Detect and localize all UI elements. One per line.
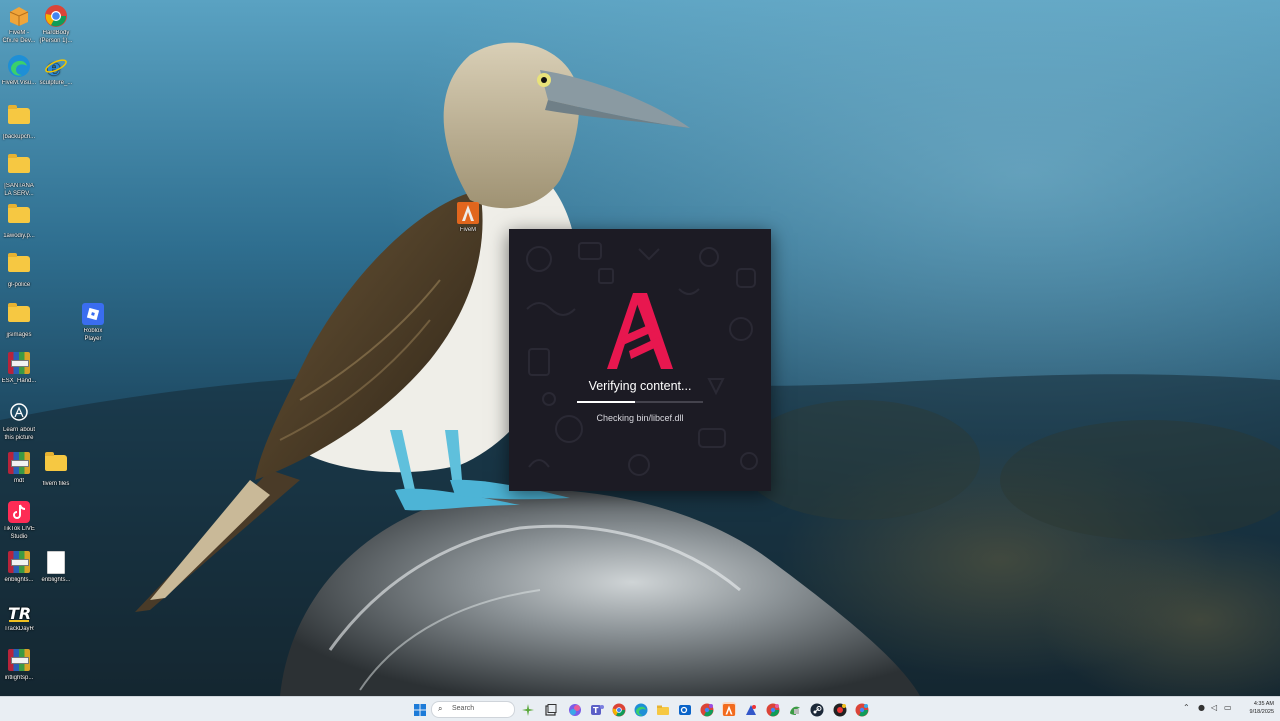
desktop-icon-gl-police[interactable]: gl-police <box>0 252 38 290</box>
desktop-icon-label: fivem files <box>42 481 70 487</box>
desktop-icon-label: 1awodiy.p... <box>3 233 35 239</box>
desktop-icon-sculpture[interactable]: e sculpture_... <box>37 54 75 88</box>
desktop-icon-1awodiy[interactable]: 1awodiy.p... <box>0 203 38 241</box>
svg-text:e: e <box>47 55 61 78</box>
app-icon-2[interactable] <box>788 702 802 716</box>
taskbar: ⌕ Search T ⌃ ● ◁ ▭ 4:35 AM 9/18/2025 <box>0 696 1280 721</box>
folder-icon <box>8 154 30 173</box>
start-icon[interactable] <box>413 702 427 716</box>
camera-aperture-icon <box>7 401 31 425</box>
desktop-icon-label: TrackDayR <box>4 626 34 632</box>
desktop-icon-label: gl-police <box>7 282 31 288</box>
file-explorer-icon[interactable] <box>656 702 670 716</box>
desktop-icon-label: jjsimages <box>6 332 32 338</box>
desktop-icon-label: sculpture_... <box>39 80 73 86</box>
desktop-icon-label: enblights... <box>41 577 71 583</box>
fivem-logo-icon <box>607 293 673 369</box>
clock-date: 9/18/2025 <box>1249 709 1274 715</box>
tiktok-icon <box>7 500 31 524</box>
chrome-profile-icon[interactable] <box>700 702 714 717</box>
package-icon <box>7 4 31 28</box>
desktop-icon-hardbody[interactable]: HardBody (Person 1)... <box>37 4 75 45</box>
app-icon[interactable] <box>744 702 758 716</box>
desktop-icon-label: TikTok LIVE Studio <box>3 526 35 540</box>
outlook-icon[interactable] <box>678 702 692 716</box>
steam-icon[interactable] <box>810 702 824 717</box>
loading-status-text: Verifying content... <box>588 379 692 393</box>
fivem-loading-window: Verifying content... Checking bin/libcef… <box>509 229 771 491</box>
desktop-icon-backupch[interactable]: [backupch... <box>0 104 38 142</box>
microphone-icon[interactable]: ● <box>1198 703 1205 712</box>
search-placeholder: Search <box>452 705 475 712</box>
taskbar-clock[interactable]: 4:35 AM 9/18/2025 <box>1238 700 1274 716</box>
trackdayr-icon: TR <box>7 600 31 624</box>
loading-progress-bar <box>577 401 703 403</box>
folder-icon <box>8 204 30 223</box>
loading-detail-text: Checking bin/libcef.dll <box>596 413 684 423</box>
desktop-icon-santana[interactable]: [SANTANA LA SERV... <box>0 153 38 198</box>
svg-text:T: T <box>593 706 599 715</box>
winrar-archive-icon <box>8 649 30 671</box>
desktop-icon-label: FiveM - Cfx.re Dev... <box>2 30 36 44</box>
desktop-icon-label: mdt <box>13 478 24 484</box>
desktop-icon-label: ESX_Hand... <box>1 378 37 384</box>
fivem-icon <box>456 201 480 225</box>
desktop-icon-trackdayr[interactable]: TR TrackDayR <box>0 600 38 634</box>
folder-icon <box>8 105 30 124</box>
desktop-icon-mdt[interactable]: mdt <box>0 451 38 486</box>
app-icon-3[interactable] <box>833 702 847 717</box>
task-view-icon[interactable] <box>544 702 558 716</box>
clock-time: 4:35 AM <box>1253 701 1274 707</box>
volume-icon[interactable]: ◁ <box>1211 703 1217 712</box>
desktop-icon-label: FiveM <box>459 227 477 233</box>
chrome-icon-3[interactable] <box>855 702 869 717</box>
folder-icon <box>8 303 30 322</box>
progress-fill <box>577 401 635 403</box>
network-icon[interactable]: ▭ <box>1224 703 1232 712</box>
chevron-up-icon[interactable]: ⌃ <box>1183 703 1190 712</box>
copilot-icon[interactable] <box>568 702 582 716</box>
desktop-icon-enblights-2[interactable]: enblights... <box>37 550 75 585</box>
chrome-icon-2[interactable] <box>766 702 780 717</box>
desktop-icon-fivem-files[interactable]: fivem files <box>37 451 75 489</box>
desktop-icon-label: HardBody (Person 1)... <box>39 30 73 44</box>
edge-icon <box>7 54 31 78</box>
edge-icon[interactable] <box>634 702 648 717</box>
desktop-icon-fivem-visual[interactable]: FiveM.Visu... <box>0 54 38 88</box>
desktop-icon-learn-about-picture[interactable]: Learn about this picture <box>0 401 38 442</box>
desktop-icon-label: Learn about this picture <box>2 427 36 441</box>
document-file-icon <box>47 551 65 574</box>
desktop-icon-intlightsp[interactable]: intlightsp... <box>0 648 38 683</box>
fivem-icon[interactable] <box>722 702 736 716</box>
folder-icon <box>45 452 67 471</box>
search-icon: ⌕ <box>438 704 443 713</box>
desktop-icon-label: FiveM.Visu... <box>1 80 37 86</box>
winrar-archive-icon <box>8 551 30 573</box>
desktop-icon-label: [SANTANA LA SERV... <box>4 183 34 197</box>
folder-icon <box>8 253 30 272</box>
roblox-icon <box>81 302 105 326</box>
chrome-icon <box>44 4 68 28</box>
winrar-archive-icon <box>8 352 30 374</box>
weather-icon[interactable] <box>521 702 535 716</box>
desktop-icon-fivem-dragging[interactable]: FiveM <box>449 201 487 235</box>
taskbar-search-box[interactable]: ⌕ Search <box>431 701 515 718</box>
desktop-icon-label: intlightsp... <box>4 675 34 681</box>
desktop-icon-enblights-1[interactable]: enblights... <box>0 550 38 585</box>
desktop-icon-esx-hand[interactable]: ESX_Hand... <box>0 351 38 386</box>
internet-explorer-icon: e <box>44 54 68 81</box>
desktop-icon-tiktok-live[interactable]: TikTok LIVE Studio <box>0 500 38 541</box>
desktop-icon-label: enblights... <box>4 577 34 583</box>
teams-icon[interactable]: T <box>590 702 604 716</box>
desktop-icon-fivem-cfx[interactable]: FiveM - Cfx.re Dev... <box>0 4 38 45</box>
winrar-archive-icon <box>8 452 30 474</box>
chrome-icon[interactable] <box>612 702 626 717</box>
desktop-icon-label: Roblox Player <box>83 328 103 342</box>
desktop-icon-roblox[interactable]: Roblox Player <box>74 302 112 343</box>
desktop-icon-label: [backupch... <box>2 134 36 140</box>
desktop-icon-jjsimages[interactable]: jjsimages <box>0 302 38 340</box>
